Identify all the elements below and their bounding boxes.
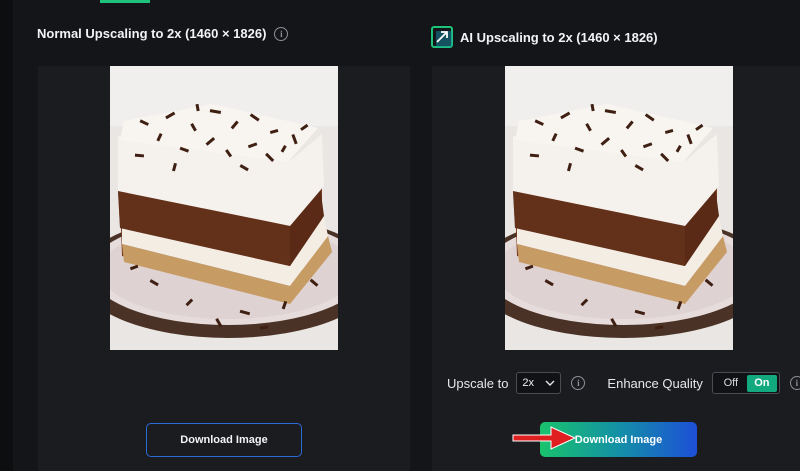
- info-icon[interactable]: i: [571, 376, 586, 390]
- info-icon[interactable]: i: [789, 376, 800, 390]
- sidebar-edge: [0, 0, 13, 471]
- ai-upscale-controls: Upscale to 2x i Enhance Quality Off On i: [447, 372, 800, 394]
- toggle-on-option[interactable]: On: [746, 374, 777, 392]
- normal-download-button[interactable]: Download Image: [146, 423, 302, 457]
- normal-upscale-title-text: Normal Upscaling to 2x (1460 × 1826): [37, 26, 267, 41]
- normal-upscale-title: Normal Upscaling to 2x (1460 × 1826) i: [37, 26, 289, 41]
- upscale-to-label: Upscale to: [447, 375, 509, 391]
- normal-upscale-image: [110, 66, 338, 350]
- ai-upscale-icon: [431, 26, 453, 48]
- info-icon[interactable]: i: [274, 26, 289, 41]
- enhance-quality-toggle[interactable]: Off On: [711, 372, 780, 394]
- upscale-select-value: 2x: [522, 377, 535, 389]
- chevron-down-icon: [545, 380, 555, 386]
- active-tab-indicator: [100, 0, 150, 3]
- upscale-select[interactable]: 2x: [516, 372, 562, 394]
- enhance-quality-label: Enhance Quality: [607, 375, 703, 391]
- toggle-off-option[interactable]: Off: [715, 377, 747, 389]
- ai-upscale-image: [505, 66, 733, 350]
- ai-upscale-title-text: AI Upscaling to 2x (1460 × 1826): [460, 29, 658, 45]
- red-arrow-annotation: [512, 426, 577, 450]
- ai-upscale-title: AI Upscaling to 2x (1460 × 1826): [431, 26, 658, 48]
